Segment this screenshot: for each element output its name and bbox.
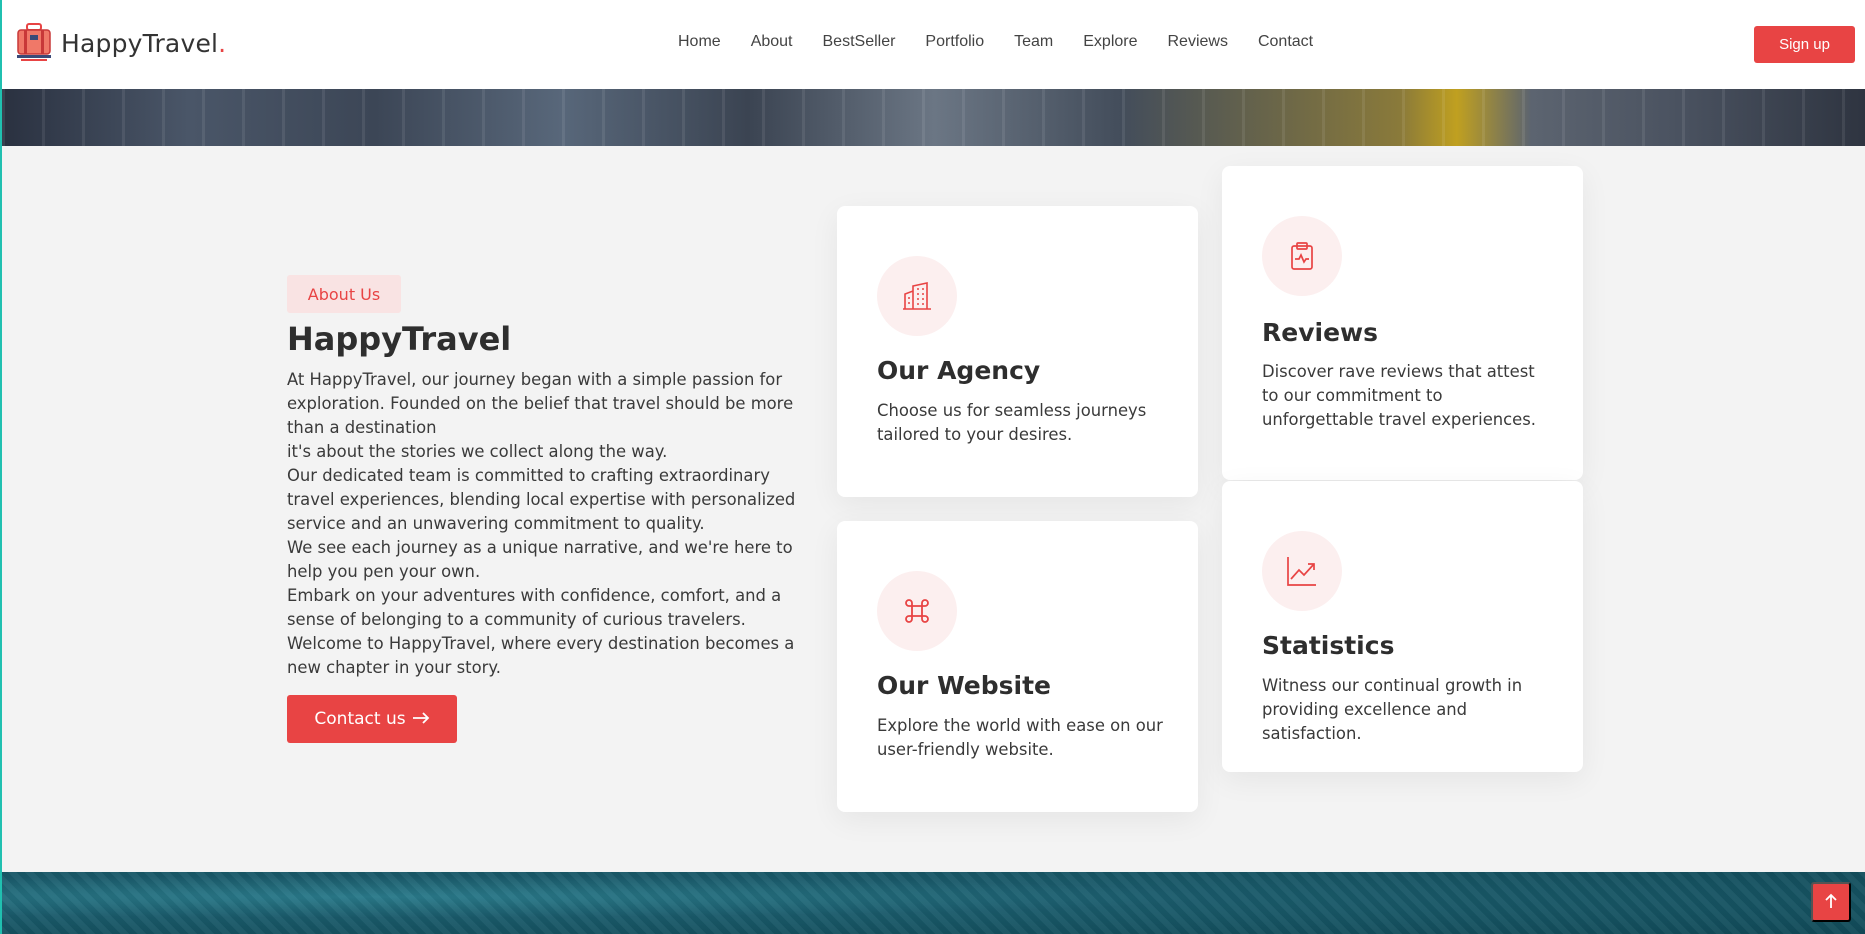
back-to-top-button[interactable] bbox=[1811, 882, 1851, 922]
card-stats-text: Witness our continual growth in providin… bbox=[1262, 676, 1523, 743]
suitcase-logo-icon bbox=[15, 22, 53, 64]
building-icon bbox=[877, 256, 957, 336]
about-badge: About Us bbox=[287, 275, 401, 313]
card-website-title: Our Website bbox=[877, 671, 1051, 700]
nav-explore[interactable]: Explore bbox=[1083, 33, 1137, 51]
card-website-text: Explore the world with ease on our user-… bbox=[877, 716, 1163, 759]
card-agency-text: Choose us for seamless journeys tailored… bbox=[877, 401, 1147, 444]
nav-reviews[interactable]: Reviews bbox=[1168, 33, 1228, 51]
card-statistics: Statistics Witness our continual growth … bbox=[1222, 481, 1583, 772]
card-reviews-title: Reviews bbox=[1262, 318, 1379, 347]
brand-logo-link[interactable]: HappyTravel . bbox=[15, 22, 226, 64]
arrow-right-icon bbox=[412, 709, 430, 729]
card-our-website: Our Website Explore the world with ease … bbox=[837, 521, 1198, 812]
card-stats-title: Statistics bbox=[1262, 631, 1395, 660]
about-paragraph: it's about the stories we collect along … bbox=[287, 442, 668, 461]
about-paragraph: Welcome to HappyTravel, where every dest… bbox=[287, 634, 795, 677]
graph-up-arrow-icon bbox=[1262, 531, 1342, 611]
navbar: HappyTravel . Home About BestSeller Port… bbox=[2, 0, 1865, 89]
about-title: HappyTravel bbox=[287, 320, 512, 358]
about-paragraph: At HappyTravel, our journey began with a… bbox=[287, 370, 794, 437]
card-agency-title: Our Agency bbox=[877, 356, 1041, 385]
arrow-up-icon bbox=[1824, 893, 1838, 912]
card-reviews: Reviews Discover rave reviews that attes… bbox=[1222, 166, 1583, 480]
signup-button[interactable]: Sign up bbox=[1754, 26, 1855, 63]
main-nav: Home About BestSeller Portfolio Team Exp… bbox=[678, 33, 1343, 51]
about-section: About Us HappyTravel At HappyTravel, our… bbox=[2, 146, 1865, 872]
contact-us-button[interactable]: Contact us bbox=[287, 695, 457, 743]
about-paragraph: Our dedicated team is committed to craft… bbox=[287, 466, 796, 533]
contact-us-label: Contact us bbox=[314, 709, 406, 729]
brand-name: HappyTravel bbox=[61, 28, 219, 58]
brand-dot: . bbox=[218, 28, 227, 58]
nav-contact[interactable]: Contact bbox=[1258, 33, 1313, 51]
nav-team[interactable]: Team bbox=[1014, 33, 1053, 51]
clipboard-pulse-icon bbox=[1262, 216, 1342, 296]
card-our-agency: Our Agency Choose us for seamless journe… bbox=[837, 206, 1198, 497]
about-description: At HappyTravel, our journey began with a… bbox=[287, 368, 817, 680]
nav-portfolio[interactable]: Portfolio bbox=[925, 33, 984, 51]
about-paragraph: We see each journey as a unique narrativ… bbox=[287, 538, 793, 581]
ocean-image-strip bbox=[2, 872, 1865, 934]
command-icon bbox=[877, 571, 957, 651]
nav-bestseller[interactable]: BestSeller bbox=[823, 33, 896, 51]
nav-home[interactable]: Home bbox=[678, 33, 721, 51]
card-reviews-text: Discover rave reviews that attest to our… bbox=[1262, 362, 1537, 429]
hero-image-strip bbox=[2, 89, 1865, 146]
nav-about[interactable]: About bbox=[751, 33, 793, 51]
about-paragraph: Embark on your adventures with confidenc… bbox=[287, 586, 782, 629]
